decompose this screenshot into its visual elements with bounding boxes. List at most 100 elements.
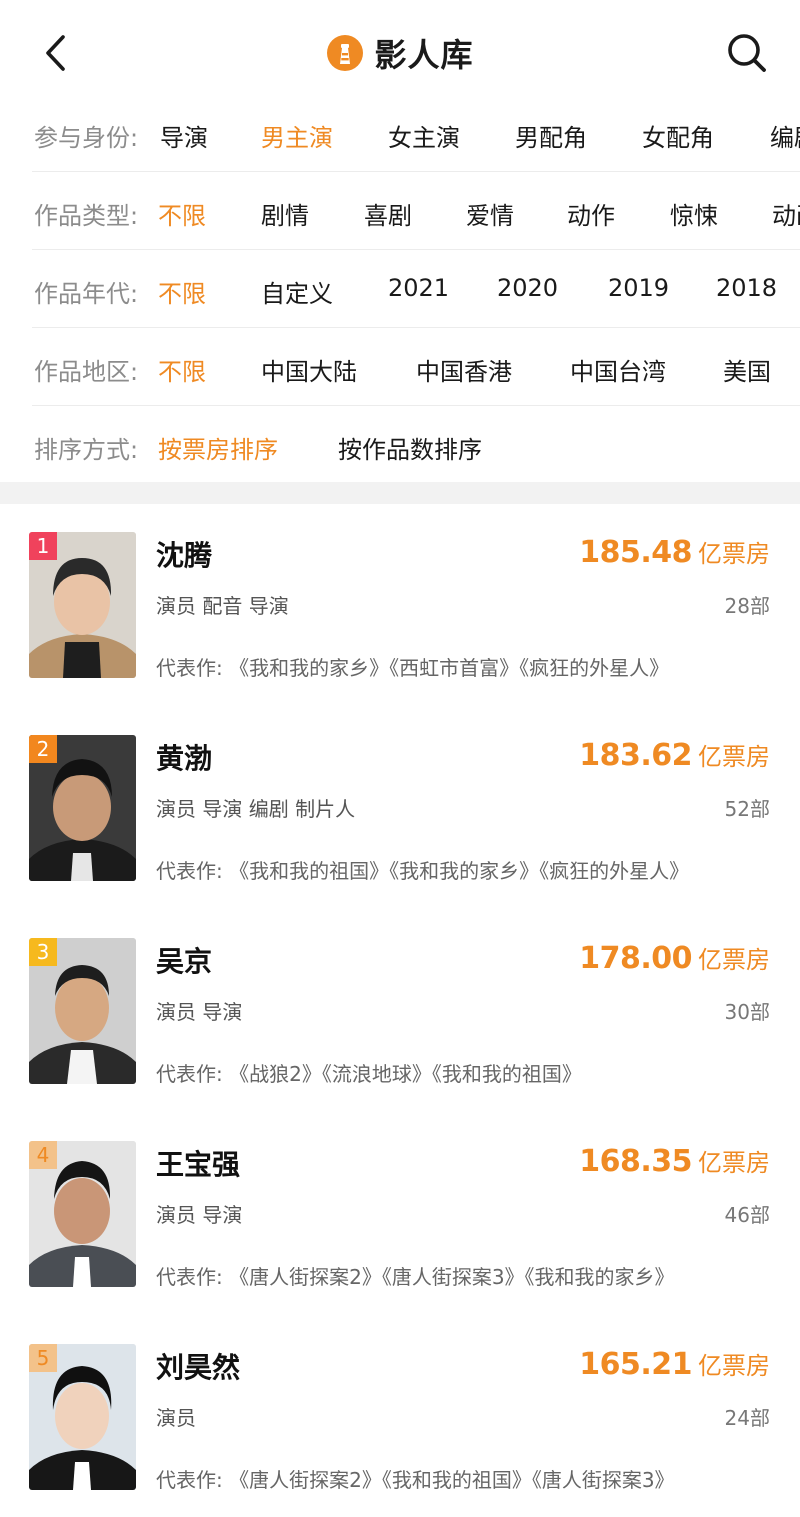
box-office-unit: 亿票房 (698, 540, 770, 568)
filter-option-director[interactable]: 导演 (160, 118, 208, 153)
box-office-unit: 亿票房 (698, 1352, 770, 1380)
filter-option-usa[interactable]: 美国 (723, 352, 771, 387)
filter-label: 作品年代: (34, 280, 139, 308)
box-office-value: 185.48 (579, 535, 692, 570)
filter-option-custom[interactable]: 自定义 (261, 274, 333, 309)
filter-panel: 参与身份: 导演 男主演 女主演 男配角 女配角 编剧 作品类型: 不限 剧情 … (0, 94, 800, 484)
works-count: 28部 (724, 594, 770, 618)
page-title: 影人库 (374, 36, 474, 74)
actor-photo: 4 (29, 1141, 136, 1287)
filter-row-sort: 排序方式: 按票房排序 按作品数排序 (32, 406, 800, 484)
representative-works: 代表作: 《我和我的祖国》《我和我的家乡》《疯狂的外星人》 (156, 855, 689, 884)
list-item[interactable]: 2 黄渤 演员 导演 编剧 制片人 代表作: 《我和我的祖国》《我和我的家乡》《… (0, 707, 800, 910)
works-titles: 《我和我的祖国》《我和我的家乡》《疯狂的外星人》 (229, 859, 690, 883)
filter-option-thriller[interactable]: 惊悚 (670, 196, 718, 231)
list-item[interactable]: 1 沈腾 演员 配音 导演 代表作: 《我和我的家乡》《西虹市首富》《疯狂的外星… (0, 504, 800, 707)
actor-name: 刘昊然 (156, 1351, 241, 1384)
section-divider (0, 482, 800, 504)
filter-row-region: 作品地区: 不限 中国大陆 中国香港 中国台湾 美国 (32, 328, 800, 406)
actor-name: 王宝强 (156, 1148, 241, 1181)
actor-roles: 演员 导演 (156, 1000, 243, 1024)
box-office-value: 178.00 (579, 941, 692, 976)
box-office: 183.62 亿票房 (579, 737, 770, 773)
works-label: 代表作: (156, 1265, 223, 1289)
filter-row-era: 作品年代: 不限 自定义 2021 2020 2019 2018 (32, 250, 800, 328)
box-office: 168.35 亿票房 (579, 1143, 770, 1179)
filter-option-romance[interactable]: 爱情 (466, 196, 514, 231)
filter-option-2021[interactable]: 2021 (388, 274, 449, 302)
works-label: 代表作: (156, 656, 223, 680)
filter-option-male-lead[interactable]: 男主演 (261, 118, 333, 153)
filter-option-drama[interactable]: 剧情 (261, 196, 309, 231)
sort-option-box-office[interactable]: 按票房排序 (158, 430, 278, 465)
filter-row-role: 参与身份: 导演 男主演 女主演 男配角 女配角 编剧 (32, 94, 800, 172)
filter-row-genre: 作品类型: 不限 剧情 喜剧 爱情 动作 惊悚 动画 (32, 172, 800, 250)
actor-photo: 5 (29, 1344, 136, 1490)
sort-option-work-count[interactable]: 按作品数排序 (338, 430, 482, 465)
works-count: 30部 (724, 1000, 770, 1024)
box-office: 178.00 亿票房 (579, 940, 770, 976)
works-titles: 《唐人街探案2》《我和我的祖国》《唐人街探案3》 (229, 1468, 675, 1492)
rank-badge: 2 (29, 735, 57, 763)
filter-option-screenwriter[interactable]: 编剧 (770, 118, 800, 153)
filter-option-mainland[interactable]: 中国大陆 (261, 352, 357, 387)
box-office-value: 168.35 (579, 1144, 692, 1179)
box-office-value: 183.62 (579, 738, 692, 773)
filter-option-comedy[interactable]: 喜剧 (364, 196, 412, 231)
representative-works: 代表作: 《我和我的家乡》《西虹市首富》《疯狂的外星人》 (156, 652, 669, 681)
filter-option-any[interactable]: 不限 (158, 352, 206, 387)
works-label: 代表作: (156, 1062, 223, 1086)
works-count: 52部 (724, 797, 770, 821)
filter-option-any[interactable]: 不限 (158, 274, 206, 309)
filter-option-animation[interactable]: 动画 (772, 196, 800, 231)
rank-badge: 4 (29, 1141, 57, 1169)
filter-option-any[interactable]: 不限 (158, 196, 206, 231)
actor-name: 吴京 (156, 945, 213, 978)
works-titles: 《战狼2》《流浪地球》《我和我的祖国》 (229, 1062, 582, 1086)
box-office-value: 165.21 (579, 1347, 692, 1382)
actor-photo: 1 (29, 532, 136, 678)
lighthouse-logo (327, 35, 364, 71)
filter-option-female-lead[interactable]: 女主演 (388, 118, 460, 153)
actor-roles: 演员 (156, 1406, 196, 1430)
box-office-unit: 亿票房 (698, 743, 770, 771)
filter-option-2018[interactable]: 2018 (716, 274, 777, 302)
actor-name: 沈腾 (156, 539, 213, 572)
list-item[interactable]: 5 刘昊然 演员 代表作: 《唐人街探案2》《我和我的祖国》《唐人街探案3》 1… (0, 1316, 800, 1517)
search-button[interactable] (724, 30, 770, 76)
works-count: 46部 (724, 1203, 770, 1227)
list-item[interactable]: 4 王宝强 演员 导演 代表作: 《唐人街探案2》《唐人街探案3》《我和我的家乡… (0, 1113, 800, 1316)
filter-option-action[interactable]: 动作 (567, 196, 615, 231)
title-group: 影人库 (0, 28, 800, 78)
box-office-unit: 亿票房 (698, 1149, 770, 1177)
search-icon (728, 34, 766, 72)
filter-option-male-support[interactable]: 男配角 (515, 118, 587, 153)
rank-badge: 5 (29, 1344, 57, 1372)
filter-option-2020[interactable]: 2020 (497, 274, 558, 302)
top-bar: 影人库 (0, 0, 800, 100)
works-label: 代表作: (156, 859, 223, 883)
actor-photo: 3 (29, 938, 136, 1084)
actor-ranking-list: 1 沈腾 演员 配音 导演 代表作: 《我和我的家乡》《西虹市首富》《疯狂的外星… (0, 504, 800, 1517)
filter-label: 作品地区: (34, 358, 139, 386)
actor-roles: 演员 配音 导演 (156, 594, 289, 618)
list-item[interactable]: 3 吴京 演员 导演 代表作: 《战狼2》《流浪地球》《我和我的祖国》 178.… (0, 910, 800, 1113)
rank-badge: 1 (29, 532, 57, 560)
representative-works: 代表作: 《唐人街探案2》《唐人街探案3》《我和我的家乡》 (156, 1261, 675, 1290)
actor-roles: 演员 导演 (156, 1203, 243, 1227)
works-label: 代表作: (156, 1468, 223, 1492)
box-office: 165.21 亿票房 (579, 1346, 770, 1382)
works-count: 24部 (724, 1406, 770, 1430)
box-office-unit: 亿票房 (698, 946, 770, 974)
actor-name: 黄渤 (156, 742, 213, 775)
filter-option-taiwan[interactable]: 中国台湾 (570, 352, 666, 387)
representative-works: 代表作: 《战狼2》《流浪地球》《我和我的祖国》 (156, 1058, 582, 1087)
filter-option-hongkong[interactable]: 中国香港 (416, 352, 512, 387)
rank-badge: 3 (29, 938, 57, 966)
works-titles: 《我和我的家乡》《西虹市首富》《疯狂的外星人》 (229, 656, 670, 680)
filter-option-female-support[interactable]: 女配角 (642, 118, 714, 153)
filter-label: 排序方式: (34, 436, 139, 464)
filter-option-2019[interactable]: 2019 (608, 274, 669, 302)
box-office: 185.48 亿票房 (579, 534, 770, 570)
filter-label: 参与身份: (34, 124, 139, 152)
